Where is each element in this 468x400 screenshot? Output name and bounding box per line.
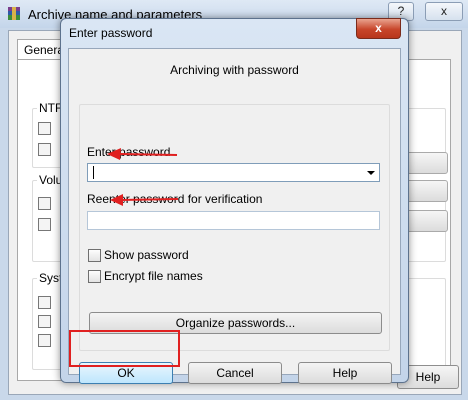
- background-checkbox[interactable]: [38, 197, 51, 210]
- background-checkbox[interactable]: [38, 122, 51, 135]
- dialog-close-button[interactable]: x: [356, 18, 401, 39]
- encrypt-file-names-label[interactable]: Encrypt file names: [104, 269, 203, 283]
- background-checkbox[interactable]: [38, 315, 51, 328]
- show-password-checkbox[interactable]: [88, 249, 101, 262]
- chevron-down-icon[interactable]: [367, 171, 375, 175]
- dialog-heading: Archiving with password: [170, 63, 299, 77]
- background-close-button[interactable]: x: [425, 2, 463, 21]
- winrar-icon: [8, 7, 20, 20]
- dialog-title: Enter password: [69, 26, 153, 40]
- tab-general[interactable]: General: [17, 39, 67, 59]
- reenter-password-label: Reenter password for verification: [87, 192, 263, 206]
- help-button[interactable]: Help: [298, 362, 392, 384]
- reenter-password-field[interactable]: [87, 211, 380, 230]
- encrypt-file-names-checkbox[interactable]: [88, 270, 101, 283]
- ok-button[interactable]: OK: [79, 362, 173, 384]
- enter-password-label: Enter password: [87, 145, 171, 159]
- background-checkbox[interactable]: [38, 334, 51, 347]
- show-password-label[interactable]: Show password: [104, 248, 189, 262]
- text-caret: [93, 166, 94, 179]
- background-checkbox[interactable]: [38, 143, 51, 156]
- background-checkbox[interactable]: [38, 218, 51, 231]
- enter-password-dialog: Enter password x Archiving with password…: [60, 18, 409, 384]
- dialog-client-area: Archiving with password Enter password R…: [68, 48, 401, 384]
- enter-password-combobox[interactable]: [87, 163, 380, 182]
- organize-passwords-button[interactable]: Organize passwords...: [89, 312, 382, 334]
- background-checkbox[interactable]: [38, 296, 51, 309]
- cancel-button[interactable]: Cancel: [188, 362, 282, 384]
